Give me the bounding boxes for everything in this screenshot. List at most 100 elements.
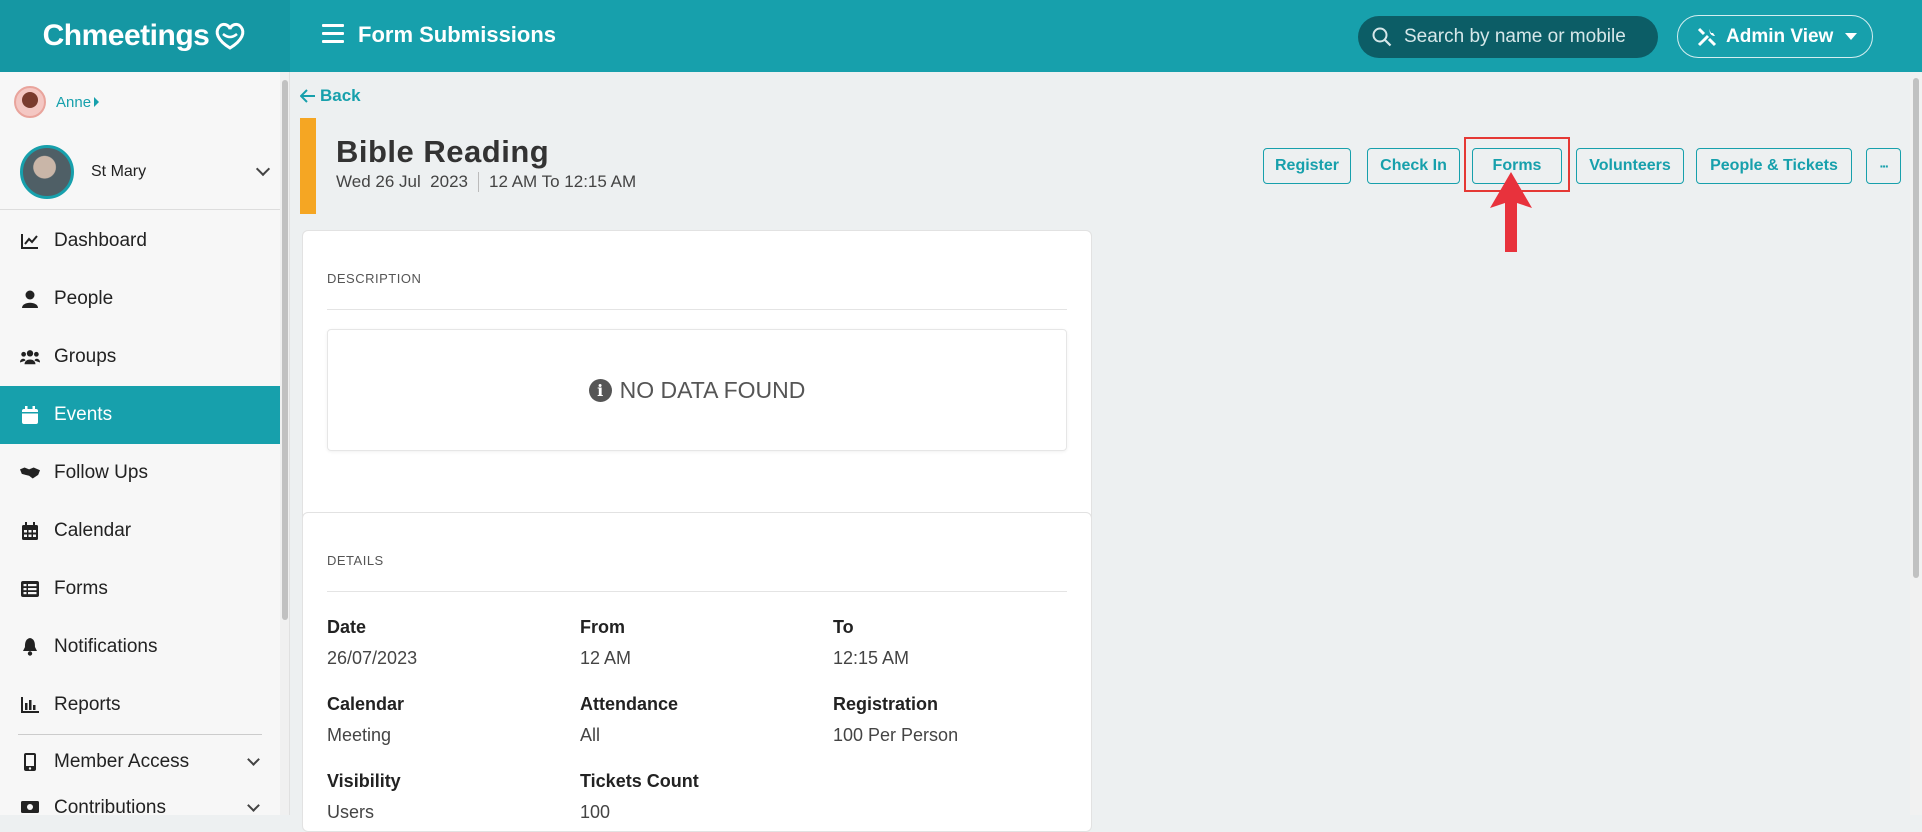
sidebar-item-events[interactable]: Events [0,386,280,444]
arrow-left-icon [300,89,315,103]
event-title: Bible Reading [336,134,550,169]
sidebar-item-follow-ups[interactable]: Follow Ups [0,444,280,502]
more-options-button[interactable]: ··· [1866,148,1901,184]
user-avatar [14,86,46,118]
field-label: Registration [833,694,939,714]
sidebar-item-notifications[interactable]: Notifications [0,618,280,676]
back-link[interactable]: Back [300,86,361,106]
caret-down-icon [1845,33,1858,40]
user-menu[interactable]: Anne [14,86,100,118]
sidebar-item-label: Contributions [54,797,166,815]
calendar-field: Calendar Meeting [327,694,404,746]
field-label: From [580,617,625,637]
user-name: Anne [56,93,92,111]
sidebar-item-label: Groups [54,346,117,367]
details-card: DETAILS Date 26/07/2023 From 12 AM To 12… [302,512,1092,832]
sidebar-item-people[interactable]: People [0,270,280,328]
field-label: Visibility [327,771,401,791]
top-bar: Chmeetings Form Submissions Admin View [0,0,1922,72]
search-input[interactable] [1402,25,1642,49]
event-time: 12 AM To 12:15 AM [489,172,637,191]
sidebar-item-label: Reports [54,694,121,715]
description-heading: DESCRIPTION [327,271,422,286]
event-date: Wed 26 Jul 2023 [336,172,468,191]
register-button[interactable]: Register [1263,148,1351,184]
sidebar-item-dashboard[interactable]: Dashboard [0,212,280,270]
sidebar-scrollbar-thumb[interactable] [282,80,288,620]
field-value: 100 Per Person [833,725,959,745]
sidebar-item-label: Member Access [54,751,190,772]
volunteers-button[interactable]: Volunteers [1576,148,1684,184]
users-icon [20,347,40,367]
church-avatar [20,144,74,199]
sidebar-item-label: People [54,288,114,309]
admin-view-label: Admin View [1726,25,1834,47]
from-field: From 12 AM [580,617,631,669]
info-icon: i [588,378,612,402]
check-in-button[interactable]: Check In [1367,148,1460,184]
field-label: Date [327,617,367,637]
field-value: Meeting [327,725,392,745]
field-value: 100 [580,802,611,822]
tickets-count-field: Tickets Count 100 [580,771,699,823]
sidebar-item-forms[interactable]: Forms [0,560,280,618]
church-selector[interactable]: St Mary [0,134,280,210]
event-color-bar [300,118,316,214]
sidebar-item-groups[interactable]: Groups [0,328,280,386]
sidebar-item-label: Events [54,404,113,425]
back-label: Back [320,86,361,105]
date-field: Date 26/07/2023 [327,617,417,669]
visibility-field: Visibility Users [327,771,401,823]
event-datetime: Wed 26 Jul 2023 12 AM To 12:15 AM [336,172,636,192]
handshake-icon [20,463,40,483]
to-field: To 12:15 AM [833,617,909,669]
sidebar: Anne St Mary Dashboard People Groups Eve… [0,72,290,815]
admin-view-button[interactable]: Admin View [1677,15,1873,58]
sidebar-item-reports[interactable]: Reports [0,676,280,734]
attendance-field: Attendance All [580,694,678,746]
chevron-down-icon [247,799,260,812]
field-value: 26/07/2023 [327,648,418,668]
tools-icon [1697,27,1717,46]
search-icon [1372,27,1392,47]
menu-icon[interactable] [322,24,344,44]
chart-line-icon [20,231,40,251]
caret-right-icon [94,96,100,107]
chevron-down-icon [247,753,260,766]
field-label: Tickets Count [580,771,699,791]
person-icon [20,289,40,309]
field-value: All [580,725,601,745]
sidebar-nav: Dashboard People Groups Events Follow Up… [0,212,280,815]
sidebar-item-label: Notifications [54,636,158,657]
field-label: Attendance [580,694,679,714]
sidebar-item-calendar[interactable]: Calendar [0,502,280,560]
arrow-up-icon [1490,172,1532,252]
main-content: Back Bible Reading Wed 26 Jul 2023 12 AM… [290,72,1912,832]
field-value: Users [327,802,375,822]
search-box[interactable] [1358,16,1658,58]
bell-icon [20,637,40,657]
sidebar-item-label: Calendar [54,520,132,541]
logo[interactable]: Chmeetings [0,0,290,72]
divider [478,172,479,192]
bar-chart-icon [20,695,40,715]
sidebar-item-member-access[interactable]: Member Access [0,735,280,789]
divider [327,309,1067,310]
divider [327,591,1067,592]
page-title: Form Submissions [358,22,557,47]
chevron-down-icon [255,161,271,177]
main-scrollbar-thumb[interactable] [1913,78,1919,578]
sidebar-item-contributions[interactable]: Contributions [0,789,280,815]
heart-chat-icon [216,22,245,50]
church-name: St Mary [91,162,147,180]
no-data-message: i NO DATA FOUND [327,329,1067,451]
calendar-icon [20,405,40,425]
money-icon [20,797,40,815]
list-icon [20,579,40,599]
mobile-icon [20,752,40,772]
logo-text: Chmeetings [42,19,210,52]
field-value: 12:15 AM [833,648,910,668]
no-data-text: NO DATA FOUND [619,376,806,403]
field-value: 12 AM [580,648,632,668]
people-tickets-button[interactable]: People & Tickets [1696,148,1852,184]
